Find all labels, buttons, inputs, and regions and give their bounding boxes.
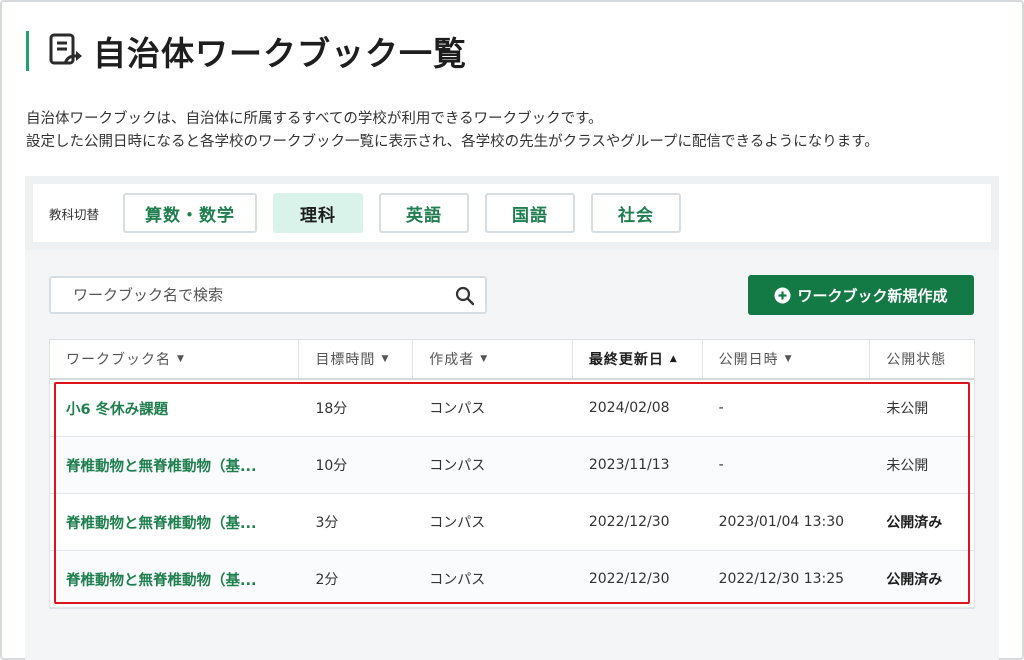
search-icon[interactable] [455,286,475,306]
sort-caret-icon: ▼ [381,354,390,364]
plus-circle-icon [774,287,791,303]
description-line-1: 自治体ワークブックは、自治体に所属するすべての学校が利用できるワークブックです。 [26,111,603,127]
last-updated: 2022/12/30 [588,571,670,587]
author: コンパス [429,515,486,531]
table-body: 小6 冬休み課題 18分 コンパス 2024/02/08 - 未公開 脊椎動物と… [50,380,974,608]
author: コンパス [429,401,486,417]
target-time: 10分 [315,458,348,474]
publish-date: - [718,457,724,473]
workbook-table: ワークブック名 ▼ 目標時間 ▼ 作成者 ▼ 最終更新日 ▲ 公開日時 ▼ 公開状態 小6… [49,339,975,609]
header-label: 作成者 [429,352,475,368]
subject-tab-english[interactable]: 英語 [379,193,470,233]
target-time: 2分 [315,572,339,588]
column-header-status: 公開状態 [870,340,974,378]
table-row: 脊椎動物と無脊椎動物（基... 10分 コンパス 2023/11/13 - 未公… [50,437,974,494]
target-time: 18分 [315,401,348,417]
author: コンパス [429,458,486,474]
last-updated: 2023/11/13 [588,457,670,473]
subject-switcher: 教科切替 算数・数学 理科 英語 国語 社会 [33,184,991,242]
subject-switch-label: 教科切替 [49,206,100,222]
header-label: 目標時間 [315,352,376,368]
workbook-name-link[interactable]: 小6 冬休み課題 [50,398,299,419]
new-workbook-label: ワークブック新規作成 [797,286,948,305]
column-header-name[interactable]: ワークブック名 ▼ [50,340,300,378]
header-label: 公開状態 [886,352,947,368]
page-description: 自治体ワークブックは、自治体に所属するすべての学校が利用できるワークブックです。… [26,108,879,154]
description-line-2: 設定した公開日時になると各学校のワークブック一覧に表示され、各学校の先生がクラス… [26,134,879,150]
sort-caret-icon: ▼ [480,354,489,364]
new-workbook-button[interactable]: ワークブック新規作成 [748,275,974,315]
search-input[interactable] [73,286,433,304]
workbook-name-link[interactable]: 脊椎動物と無脊椎動物（基... [50,569,299,590]
search-box [49,276,487,314]
publish-date: 2022/12/30 13:25 [718,571,845,587]
author: コンパス [429,572,486,588]
subject-tab-math[interactable]: 算数・数学 [123,193,258,233]
target-time: 3分 [315,515,339,531]
workbook-name-link[interactable]: 脊椎動物と無脊椎動物（基... [50,512,299,533]
subject-tab-social[interactable]: 社会 [591,193,682,233]
table-header: ワークブック名 ▼ 目標時間 ▼ 作成者 ▼ 最終更新日 ▲ 公開日時 ▼ 公開状態 [50,340,974,380]
header-label: ワークブック名 [66,352,171,368]
subject-tab-science[interactable]: 理科 [273,193,364,233]
column-header-publish-date[interactable]: 公開日時 ▼ [703,340,871,378]
publish-status: 公開済み [886,515,943,531]
publish-status: 未公開 [886,458,929,474]
workbook-list-area: ワークブック新規作成 ワークブック名 ▼ 目標時間 ▼ 作成者 ▼ 最終更新日 ▲ 公開… [25,250,999,660]
sort-caret-icon: ▼ [177,354,185,364]
header-label: 公開日時 [718,352,779,368]
table-row: 小6 冬休み課題 18分 コンパス 2024/02/08 - 未公開 [50,380,974,437]
last-updated: 2022/12/30 [588,514,670,530]
publish-date: 2023/01/04 13:30 [718,514,845,530]
sort-caret-icon: ▲ [669,354,678,364]
workbook-name-link[interactable]: 脊椎動物と無脊椎動物（基... [50,455,299,476]
column-header-target-time[interactable]: 目標時間 ▼ [299,340,414,378]
table-row: 脊椎動物と無脊椎動物（基... 2分 コンパス 2022/12/30 2022/… [50,551,974,608]
subject-tab-japanese[interactable]: 国語 [485,193,576,233]
publish-status: 公開済み [886,572,943,588]
page-header: 自治体ワークブック一覧 [26,30,467,73]
table-row: 脊椎動物と無脊椎動物（基... 3分 コンパス 2022/12/30 2023/… [50,494,974,551]
publish-date: - [718,400,724,416]
page-title: 自治体ワークブック一覧 [93,34,467,73]
workbook-panel: 教科切替 算数・数学 理科 英語 国語 社会 ワークブック新規作成 ワークブック… [25,176,999,660]
sort-caret-icon: ▼ [784,354,793,364]
workbook-share-icon [49,33,82,65]
header-label: 最終更新日 [588,352,664,368]
column-header-author[interactable]: 作成者 ▼ [413,340,573,378]
last-updated: 2024/02/08 [588,400,670,416]
publish-status: 未公開 [886,401,929,417]
column-header-last-updated[interactable]: 最終更新日 ▲ [573,340,703,378]
title-accent-bar [26,31,29,71]
